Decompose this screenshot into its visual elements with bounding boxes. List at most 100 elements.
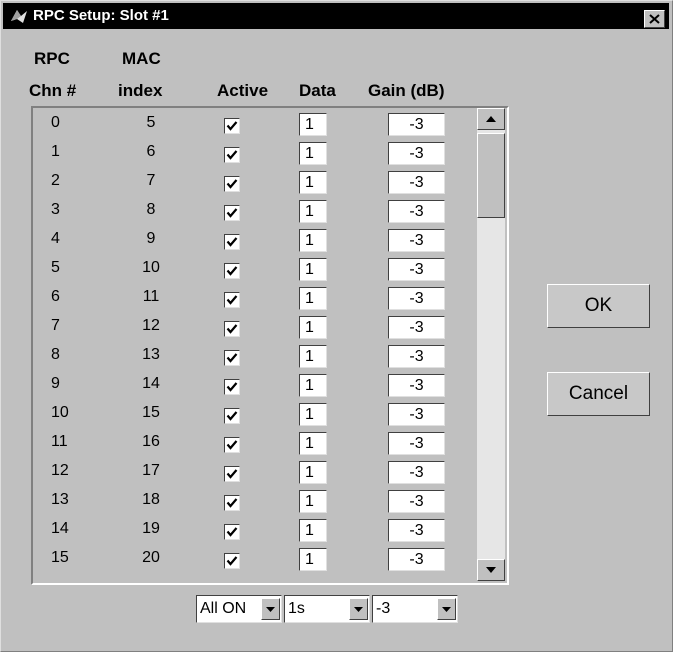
active-checkbox[interactable]: [224, 408, 240, 424]
gain-field[interactable]: -3: [388, 461, 445, 484]
rpc-channel-number: 13: [51, 491, 69, 508]
data-field[interactable]: 1: [299, 200, 327, 223]
gain-field[interactable]: -3: [388, 258, 445, 281]
active-checkbox[interactable]: [224, 553, 240, 569]
checkmark-icon: [226, 556, 238, 566]
active-checkbox[interactable]: [224, 176, 240, 192]
data-field[interactable]: 1: [299, 403, 327, 426]
gain-field[interactable]: -3: [388, 200, 445, 223]
active-checkbox[interactable]: [224, 437, 240, 453]
data-field[interactable]: 1: [299, 287, 327, 310]
table-row: 5 10 1 -3: [33, 255, 477, 284]
ok-button[interactable]: OK: [547, 284, 650, 328]
data-field[interactable]: 1: [299, 519, 327, 542]
active-all-dropdown-button[interactable]: [261, 598, 280, 620]
channel-list[interactable]: 0 5 1 -3 1 6 1 -3 2 7 1 -3 3 8 1 -3 4 9 1 -3 5 10 1 -3 6 11 1 -3 7 12…: [31, 106, 509, 585]
data-field[interactable]: 1: [299, 229, 327, 252]
data-field[interactable]: 1: [299, 142, 327, 165]
header-rpc-line1: RPC: [34, 49, 70, 68]
gain-field[interactable]: -3: [388, 490, 445, 513]
cancel-button[interactable]: Cancel: [547, 372, 650, 416]
table-row: 7 12 1 -3: [33, 313, 477, 342]
title-bar[interactable]: RPC Setup: Slot #1: [3, 3, 669, 29]
data-field[interactable]: 1: [299, 374, 327, 397]
active-checkbox[interactable]: [224, 350, 240, 366]
dialog-window: RPC Setup: Slot #1 RPC Chn # MAC index A…: [0, 0, 673, 652]
mac-index: 20: [142, 549, 160, 566]
data-all-dropdown-button[interactable]: [349, 598, 368, 620]
active-all-value: All ON: [200, 600, 247, 617]
data-field[interactable]: 1: [299, 432, 327, 455]
table-row: 0 5 1 -3: [33, 110, 477, 139]
data-all-value: 1s: [288, 600, 305, 617]
data-field[interactable]: 1: [299, 345, 327, 368]
gain-field[interactable]: -3: [388, 345, 445, 368]
active-checkbox[interactable]: [224, 234, 240, 250]
table-row: 14 19 1 -3: [33, 516, 477, 545]
data-all-popup[interactable]: 1s: [284, 595, 370, 623]
active-checkbox[interactable]: [224, 118, 240, 134]
active-checkbox[interactable]: [224, 495, 240, 511]
table-row: 9 14 1 -3: [33, 371, 477, 400]
mac-index: 17: [142, 462, 160, 479]
rpc-channel-number: 1: [51, 143, 60, 160]
active-all-popup[interactable]: All ON: [196, 595, 282, 623]
active-checkbox[interactable]: [224, 263, 240, 279]
header-rpc-line2: Chn #: [29, 81, 77, 100]
active-checkbox[interactable]: [224, 379, 240, 395]
data-field[interactable]: 1: [299, 490, 327, 513]
active-checkbox[interactable]: [224, 321, 240, 337]
mac-index: 9: [146, 230, 156, 247]
mac-index: 12: [142, 317, 160, 334]
data-field[interactable]: 1: [299, 258, 327, 281]
gain-field[interactable]: -3: [388, 403, 445, 426]
gain-field[interactable]: -3: [388, 519, 445, 542]
table-row: 11 16 1 -3: [33, 429, 477, 458]
rpc-channel-number: 14: [51, 520, 69, 537]
gain-field[interactable]: -3: [388, 113, 445, 136]
gain-field[interactable]: -3: [388, 142, 445, 165]
scroll-up-arrow-icon: [486, 116, 496, 122]
gain-all-dropdown-button[interactable]: [437, 598, 456, 620]
mac-index: 11: [142, 288, 160, 305]
checkmark-icon: [226, 208, 238, 218]
rpc-channel-number: 10: [51, 404, 69, 421]
gain-field[interactable]: -3: [388, 432, 445, 455]
table-row: 15 20 1 -3: [33, 545, 477, 574]
active-checkbox[interactable]: [224, 205, 240, 221]
data-field[interactable]: 1: [299, 461, 327, 484]
gain-field[interactable]: -3: [388, 548, 445, 571]
data-field[interactable]: 1: [299, 316, 327, 339]
scroll-down-button[interactable]: [477, 559, 505, 581]
gain-field[interactable]: -3: [388, 374, 445, 397]
gain-all-value: -3: [376, 600, 391, 617]
table-row: 12 17 1 -3: [33, 458, 477, 487]
active-checkbox[interactable]: [224, 147, 240, 163]
scrollbar-thumb[interactable]: [477, 133, 505, 218]
gain-field[interactable]: -3: [388, 287, 445, 310]
gain-field[interactable]: -3: [388, 229, 445, 252]
checkmark-icon: [226, 121, 238, 131]
rpc-channel-number: 15: [51, 549, 69, 566]
checkmark-icon: [226, 324, 238, 334]
table-row: 8 13 1 -3: [33, 342, 477, 371]
mac-index: 13: [142, 346, 160, 363]
mac-index: 18: [142, 491, 160, 508]
scroll-down-arrow-icon: [486, 567, 496, 573]
data-field[interactable]: 1: [299, 171, 327, 194]
gain-field[interactable]: -3: [388, 316, 445, 339]
mac-index: 14: [142, 375, 160, 392]
close-button[interactable]: [644, 10, 665, 28]
active-checkbox[interactable]: [224, 466, 240, 482]
data-field[interactable]: 1: [299, 113, 327, 136]
vertical-scrollbar[interactable]: [477, 108, 505, 581]
active-checkbox[interactable]: [224, 292, 240, 308]
gain-field[interactable]: -3: [388, 171, 445, 194]
table-row: 13 18 1 -3: [33, 487, 477, 516]
active-checkbox[interactable]: [224, 524, 240, 540]
data-field[interactable]: 1: [299, 548, 327, 571]
gain-all-popup[interactable]: -3: [372, 595, 458, 623]
checkmark-icon: [226, 411, 238, 421]
checkmark-icon: [226, 382, 238, 392]
scroll-up-button[interactable]: [477, 108, 505, 130]
